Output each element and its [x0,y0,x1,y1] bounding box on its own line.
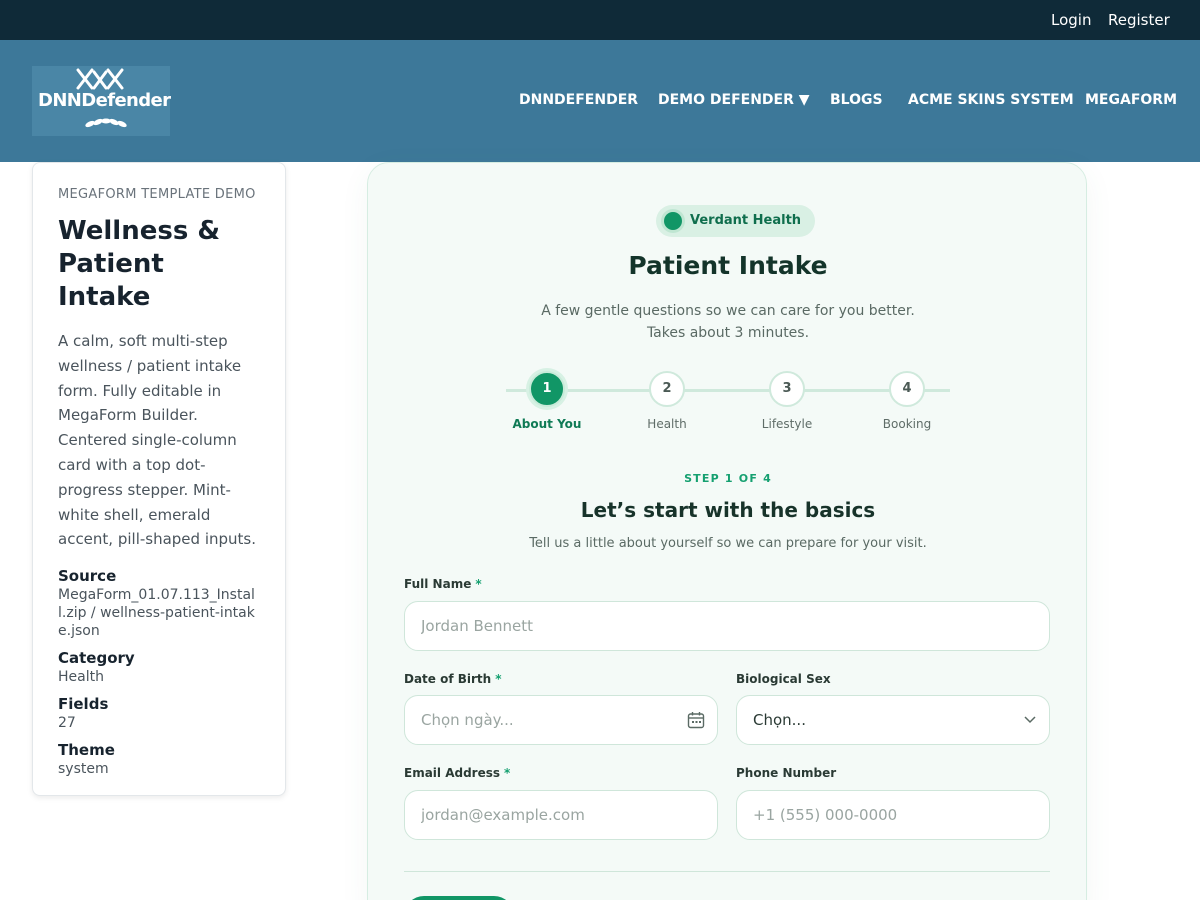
template-title: Wellness & Patient Intake [58,216,221,312]
meta-category-value: Health [58,669,104,686]
template-description: A calm, soft multi-step wellness / patie… [58,332,256,549]
meta-category-label: Category [58,649,135,668]
meta-source-value: MegaForm_01.07.113_Install.zip / wellnes… [58,587,255,640]
logo-wordmark: DNNDefender [38,90,171,111]
meta-source-label: Source [58,567,117,586]
step-1-dot[interactable]: 1 [529,371,565,407]
intake-form-card: Verdant Health Patient Intake A few gent… [367,162,1087,900]
meta-fields-value: 27 [58,715,76,732]
email-label-text: Email Address [404,766,501,780]
required-mark: * [475,577,482,591]
step-4-dot[interactable]: 4 [889,371,925,407]
brand-dot-icon [664,212,682,230]
nav-demo-defender[interactable]: DEMO DEFENDER ▼ [658,92,810,108]
login-link[interactable]: Login [1051,11,1091,29]
stepper-track [506,389,950,392]
main-navbar: DNNDefender DNNDEFENDER DEMO DEFENDER ▼ … [0,40,1200,162]
step-1-label: About You [512,417,582,431]
full-name-label-text: Full Name [404,577,472,591]
dob-placeholder: Chọn ngày... [421,711,514,729]
template-eyebrow: MEGAFORM TEMPLATE DEMO [58,187,256,202]
meta-theme-value: system [58,761,109,778]
step-2-label: Health [647,417,687,431]
form-subtitle: A few gentle questions so we can care fo… [368,300,1088,344]
meta-theme-label: Theme [58,741,115,760]
form-subtitle-line-2: Takes about 3 minutes. [646,325,810,341]
template-info-card: MEGAFORM TEMPLATE DEMO Wellness & Patien… [32,162,286,796]
email-label: Email Address * [404,766,510,780]
nav-dnndefender[interactable]: DNNDEFENDER [519,92,638,108]
required-mark: * [495,672,502,686]
brand-badge: Verdant Health [656,205,816,237]
phone-input[interactable] [736,790,1050,840]
form-subtitle-line-1: A few gentle questions so we can care fo… [541,303,915,319]
dob-input[interactable]: Chọn ngày... [404,695,718,745]
register-link[interactable]: Register [1108,11,1170,29]
form-title: Patient Intake [628,251,828,280]
step-3-label: Lifestyle [761,417,813,431]
section-title: Let’s start with the basics [580,498,876,522]
nav-acme-skins-system[interactable]: ACME SKINS SYSTEM [908,92,1074,108]
step-2-dot[interactable]: 2 [649,371,685,407]
nav-megaform[interactable]: MEGAFORM [1085,92,1177,108]
step-3-dot[interactable]: 3 [769,371,805,407]
dob-label-text: Date of Birth [404,672,492,686]
sex-select[interactable]: Chọn... [736,695,1050,745]
dob-label: Date of Birth * [404,672,502,686]
phone-label: Phone Number [736,766,837,780]
nav-blogs[interactable]: BLOGS [830,92,883,108]
next-button[interactable] [404,896,514,900]
calendar-icon[interactable] [687,711,705,729]
laurel-icon [85,118,127,128]
crossed-swords-icon [76,68,124,90]
full-name-input[interactable] [404,601,1050,651]
chevron-down-icon [1024,716,1036,724]
full-name-label: Full Name * [404,577,482,591]
step-counter: STEP 1 OF 4 [684,472,772,485]
sex-label: Biological Sex [736,672,831,686]
sex-select-value: Chọn... [753,711,806,729]
meta-fields-label: Fields [58,695,109,714]
brand-badge-label: Verdant Health [690,213,802,228]
section-subtitle: Tell us a little about yourself so we ca… [529,536,927,551]
form-divider [404,871,1050,872]
top-utility-bar: Login Register [0,0,1200,40]
required-mark: * [504,766,511,780]
step-4-label: Booking [882,417,932,431]
email-input[interactable] [404,790,718,840]
brand-logo[interactable]: DNNDefender [32,66,171,136]
